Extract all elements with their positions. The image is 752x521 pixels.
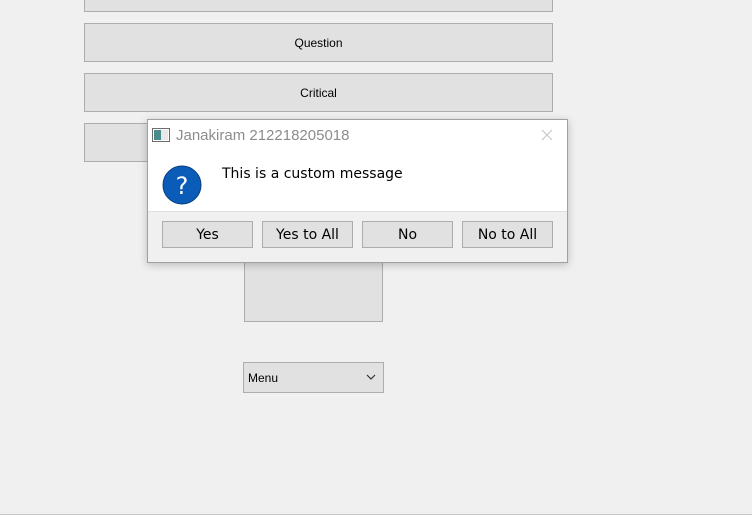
no-to-all-button[interactable]: No to All	[462, 221, 553, 248]
yes-to-all-button[interactable]: Yes to All	[262, 221, 353, 248]
menu-dropdown-value: Menu	[248, 370, 279, 385]
question-button[interactable]: Question	[84, 23, 553, 62]
yes-button-label: Yes	[196, 226, 219, 243]
critical-button[interactable]: Critical	[84, 73, 553, 112]
question-icon: ?	[162, 165, 202, 205]
no-button-label: No	[397, 226, 418, 243]
close-icon[interactable]	[540, 128, 554, 142]
yes-to-all-button-label: Yes to All	[276, 226, 339, 243]
chevron-down-icon	[366, 374, 376, 380]
svg-text:?: ?	[176, 172, 189, 200]
yes-button[interactable]: Yes	[162, 221, 253, 248]
app-window-icon	[152, 128, 170, 142]
top-button[interactable]	[84, 0, 553, 12]
message-dialog: Janakiram 212218205018 ? This is a custo…	[147, 119, 568, 263]
dialog-message: This is a custom message	[222, 166, 403, 182]
empty-widget-box	[244, 258, 383, 322]
dialog-titlebar[interactable]: Janakiram 212218205018	[148, 120, 567, 151]
menu-dropdown[interactable]: Menu	[243, 362, 384, 393]
critical-button-label: Critical	[300, 85, 337, 100]
window-bottom-edge	[0, 514, 752, 521]
no-button[interactable]: No	[362, 221, 453, 248]
no-to-all-button-label: No to All	[477, 226, 538, 243]
question-button-label: Question	[294, 35, 343, 50]
dialog-title: Janakiram 212218205018	[176, 127, 350, 144]
dialog-button-bar: Yes Yes to All No No to All	[148, 211, 567, 262]
